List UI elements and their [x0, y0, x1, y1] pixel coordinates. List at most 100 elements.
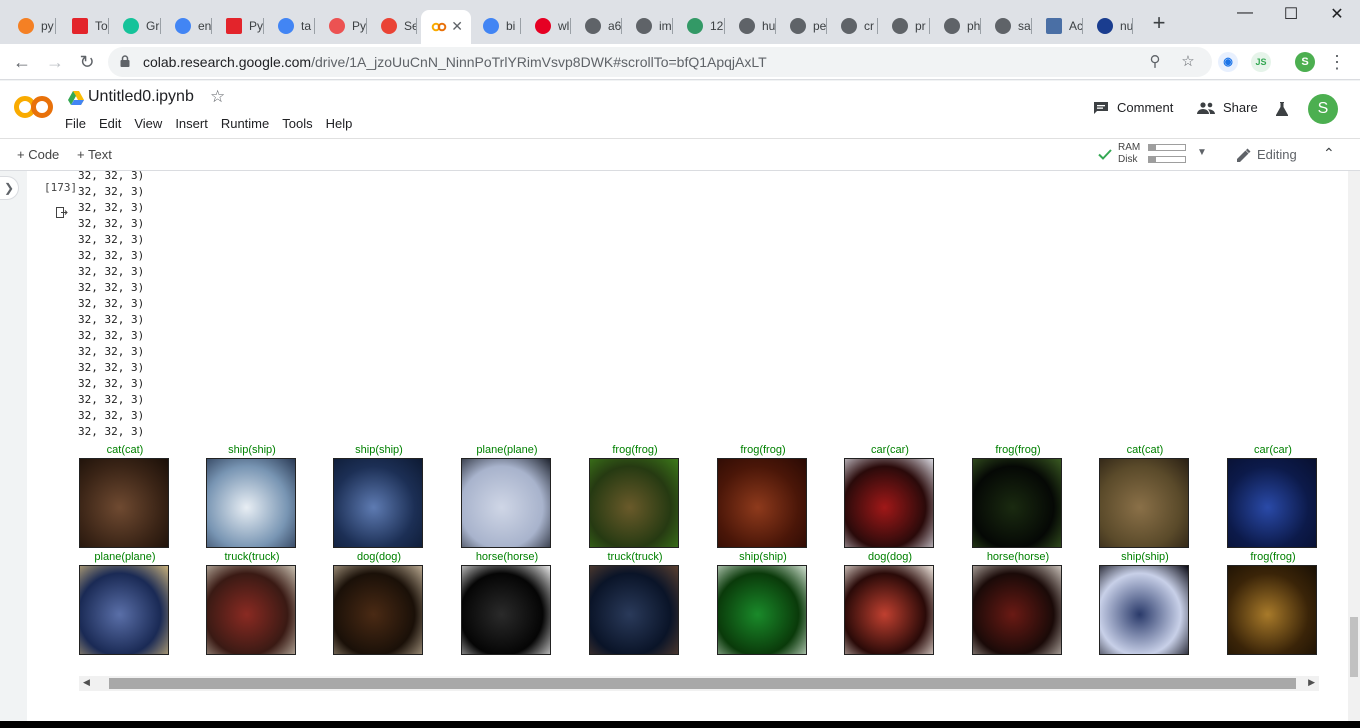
share-button[interactable]: Share — [1197, 100, 1258, 115]
ram-usage-fill — [1149, 145, 1157, 150]
shape-line: 32, 32, 3) — [78, 233, 145, 246]
resource-labels[interactable]: RAM Disk — [1118, 142, 1140, 166]
menu-tools[interactable]: Tools — [282, 116, 312, 131]
image-cell: ship(ship) — [333, 444, 425, 548]
bookmark-star-icon[interactable]: ☆ — [1179, 53, 1197, 71]
flask-icon[interactable] — [1276, 102, 1288, 116]
cifar-image-thumbnail — [717, 458, 807, 548]
browser-tab-7[interactable]: Py — [319, 10, 367, 42]
browser-tab-13[interactable]: im — [626, 10, 673, 42]
zoom-icon[interactable]: ⚲ — [1146, 53, 1164, 71]
browser-tab-10[interactable]: bi — [473, 10, 521, 42]
browser-tab-8[interactable]: Se — [371, 10, 417, 42]
browser-tab-2[interactable]: To — [62, 10, 109, 42]
profile-avatar-icon[interactable]: S — [1295, 52, 1315, 72]
browser-tab-15[interactable]: hu — [729, 10, 776, 42]
cifar-image-thumbnail — [206, 565, 296, 655]
menu-edit[interactable]: Edit — [99, 116, 121, 131]
globe-icon — [841, 18, 857, 34]
tab-label: 12 — [710, 19, 724, 33]
minimize-button[interactable]: — — [1222, 4, 1268, 26]
menu-insert[interactable]: Insert — [175, 116, 208, 131]
browser-tab-22[interactable]: nu — [1087, 10, 1133, 42]
browser-tab-14[interactable]: 12 — [677, 10, 725, 42]
image-label: ship(ship) — [1121, 551, 1169, 563]
browser-tab-5[interactable]: Py — [216, 10, 264, 42]
image-label: dog(dog) — [867, 551, 913, 563]
colab-logo-icon[interactable] — [14, 94, 54, 120]
image-cell: truck(truck) — [206, 551, 298, 655]
browser-tab-21[interactable]: Ac — [1036, 10, 1083, 42]
menu-help[interactable]: Help — [326, 116, 353, 131]
tab-separator — [1082, 18, 1083, 34]
star-icon[interactable]: ☆ — [210, 87, 225, 107]
menu-runtime[interactable]: Runtime — [221, 116, 269, 131]
close-tab-icon[interactable]: ✕ — [451, 18, 463, 35]
user-avatar[interactable]: S — [1308, 94, 1338, 124]
extension-1-icon[interactable]: ◉ — [1218, 52, 1238, 72]
browser-tab-3[interactable]: Gr — [113, 10, 161, 42]
image-cell: ship(ship) — [206, 444, 298, 548]
close-window-button[interactable]: ✕ — [1314, 4, 1360, 26]
extension-2-icon[interactable]: JS — [1251, 52, 1271, 72]
image-cell: ship(ship) — [717, 551, 809, 655]
tab-separator — [877, 18, 878, 34]
browser-tab-16[interactable]: pe — [780, 10, 827, 42]
vertical-scroll-thumb[interactable] — [1350, 617, 1358, 677]
browser-tab-18[interactable]: pr — [882, 10, 930, 42]
tab-separator — [980, 18, 981, 34]
back-button[interactable]: ← — [8, 48, 36, 76]
notebook-title[interactable]: Untitled0.ipynb — [88, 88, 194, 106]
browser-tab-9[interactable]: ✕ — [421, 10, 471, 44]
browser-tab-6[interactable]: ta — [268, 10, 315, 42]
image-label: truck(truck) — [607, 551, 663, 563]
browser-tab-1[interactable]: py — [8, 10, 56, 42]
image-label: car(car) — [871, 444, 909, 456]
image-cell: frog(frog) — [972, 444, 1064, 548]
vertical-scrollbar[interactable] — [1348, 171, 1360, 728]
disk-usage-fill — [1149, 157, 1157, 162]
image-cell: ship(ship) — [1099, 551, 1191, 655]
image-cell: cat(cat) — [79, 444, 171, 548]
resources-dropdown-icon[interactable]: ▼ — [1197, 147, 1207, 158]
browser-tab-11[interactable]: wl — [525, 10, 571, 42]
menu-file[interactable]: File — [65, 116, 86, 131]
gmail-icon — [381, 18, 397, 34]
browser-tab-17[interactable]: cr — [831, 10, 878, 42]
tab-separator — [520, 18, 521, 34]
comment-button[interactable]: Comment — [1093, 100, 1173, 115]
browser-tab-4[interactable]: en — [165, 10, 212, 42]
reload-button[interactable]: ↻ — [73, 48, 101, 76]
new-tab-button[interactable]: + — [1147, 12, 1171, 36]
tab-separator — [724, 18, 725, 34]
collapse-header-icon[interactable]: ⌃ — [1323, 145, 1335, 162]
horizontal-scroll-thumb[interactable] — [109, 678, 1296, 689]
tab-label: ta — [301, 19, 312, 33]
menu-view[interactable]: View — [134, 116, 162, 131]
browser-tab-12[interactable]: a6 — [575, 10, 622, 42]
horizontal-scrollbar[interactable]: ◀ ▶ — [79, 676, 1319, 691]
editing-mode[interactable]: Editing — [1257, 147, 1297, 162]
tab-label: im — [659, 19, 672, 33]
scroll-left-icon[interactable]: ◀ — [83, 677, 90, 688]
google-drive-icon — [68, 91, 84, 105]
url-text: colab.research.google.com/drive/1A_jzoUu… — [143, 54, 767, 70]
browser-tab-19[interactable]: ph — [934, 10, 981, 42]
image-cell: frog(frog) — [717, 444, 809, 548]
tab-label: bi — [506, 19, 516, 33]
forward-button[interactable]: → — [41, 48, 69, 76]
add-text-button[interactable]: + Text — [77, 147, 112, 162]
browser-tab-20[interactable]: sa — [985, 10, 1032, 42]
image-cell: plane(plane) — [79, 551, 171, 655]
add-code-button[interactable]: + Code — [17, 147, 59, 162]
tab-label: hu — [762, 19, 776, 33]
output-clear-icon[interactable] — [56, 207, 68, 219]
maximize-button[interactable]: ☐ — [1268, 4, 1314, 26]
address-bar[interactable]: colab.research.google.com/drive/1A_jzoUu… — [108, 47, 1212, 77]
connected-check-icon — [1098, 149, 1112, 160]
google-icon — [278, 18, 294, 34]
tab-separator — [1132, 18, 1133, 34]
browser-menu-icon[interactable]: ⋮ — [1323, 48, 1351, 76]
image-cell: dog(dog) — [333, 551, 425, 655]
scroll-right-icon[interactable]: ▶ — [1308, 677, 1315, 688]
